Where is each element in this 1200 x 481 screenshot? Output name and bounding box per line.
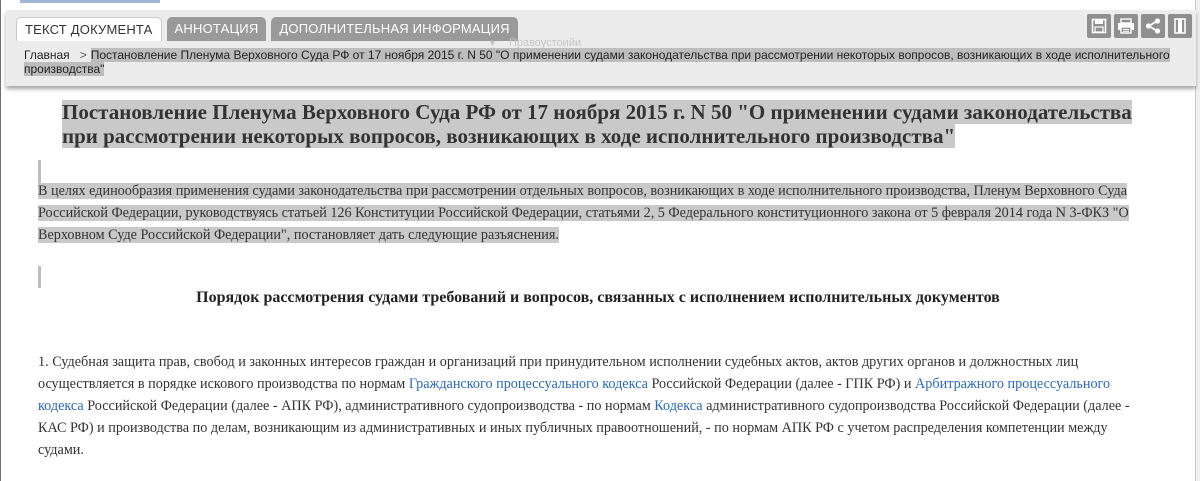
preamble-paragraph: В целях единообразия применения судами з… bbox=[38, 180, 1156, 246]
save-icon bbox=[1091, 18, 1107, 34]
window-edge-left bbox=[0, 0, 1, 481]
document-title-text: Постановление Пленума Верховного Суда РФ… bbox=[62, 100, 1132, 148]
breadcrumb: Главная > Постановление Пленума Верховного… bbox=[24, 48, 1184, 76]
share-icon bbox=[1145, 18, 1161, 34]
tab-additional-info[interactable]: ДОПОЛНИТЕЛЬНАЯ ИНФОРМАЦИЯ bbox=[271, 17, 518, 41]
bookmark-button[interactable] bbox=[1168, 14, 1192, 38]
top-strip bbox=[0, 0, 1200, 6]
selection-marker bbox=[38, 266, 41, 288]
breadcrumb-separator: > bbox=[79, 48, 87, 62]
save-button[interactable] bbox=[1087, 14, 1111, 38]
tab-annotation[interactable]: АННОТАЦИЯ bbox=[166, 17, 267, 41]
print-button[interactable] bbox=[1114, 14, 1138, 38]
link-civil-procedure-code[interactable]: Гражданского процессуального кодекса bbox=[409, 376, 648, 392]
breadcrumb-current: Постановление Пленума Верховного Суда РФ… bbox=[24, 48, 1170, 76]
document-header-panel: ТЕКСТ ДОКУМЕНТА АННОТАЦИЯ ДОПОЛНИТЕЛЬНАЯ… bbox=[6, 10, 1196, 86]
bookmark-icon bbox=[1174, 18, 1186, 34]
share-button[interactable] bbox=[1141, 14, 1165, 38]
link-administrative-code[interactable]: Кодекса bbox=[654, 398, 702, 414]
document-toolbar bbox=[1087, 14, 1192, 38]
print-icon bbox=[1118, 18, 1134, 34]
section-title: Порядок рассмотрения судами требований и… bbox=[196, 289, 1000, 306]
chevron-down-icon: ▼ bbox=[488, 38, 497, 48]
tab-document-text[interactable]: ТЕКСТ ДОКУМЕНТА bbox=[16, 17, 162, 41]
site-logo-strip bbox=[20, 0, 160, 3]
breadcrumb-home-link[interactable]: Главная bbox=[24, 48, 70, 62]
document-title: Постановление Пленума Верховного Суда РФ… bbox=[62, 100, 1162, 148]
paragraph-1-text-b: Российской Федерации (далее - ГПК РФ) и bbox=[647, 376, 916, 392]
preamble-text: В целях единообразия применения судами з… bbox=[38, 183, 1129, 243]
paragraph-1: 1. Судебная защита прав, свобод и законн… bbox=[38, 351, 1156, 461]
tab-bar: ТЕКСТ ДОКУМЕНТА АННОТАЦИЯ ДОПОЛНИТЕЛЬНАЯ… bbox=[16, 17, 518, 41]
paragraph-1-text-c: Российской Федерации (далее - АПК РФ), а… bbox=[83, 398, 655, 414]
